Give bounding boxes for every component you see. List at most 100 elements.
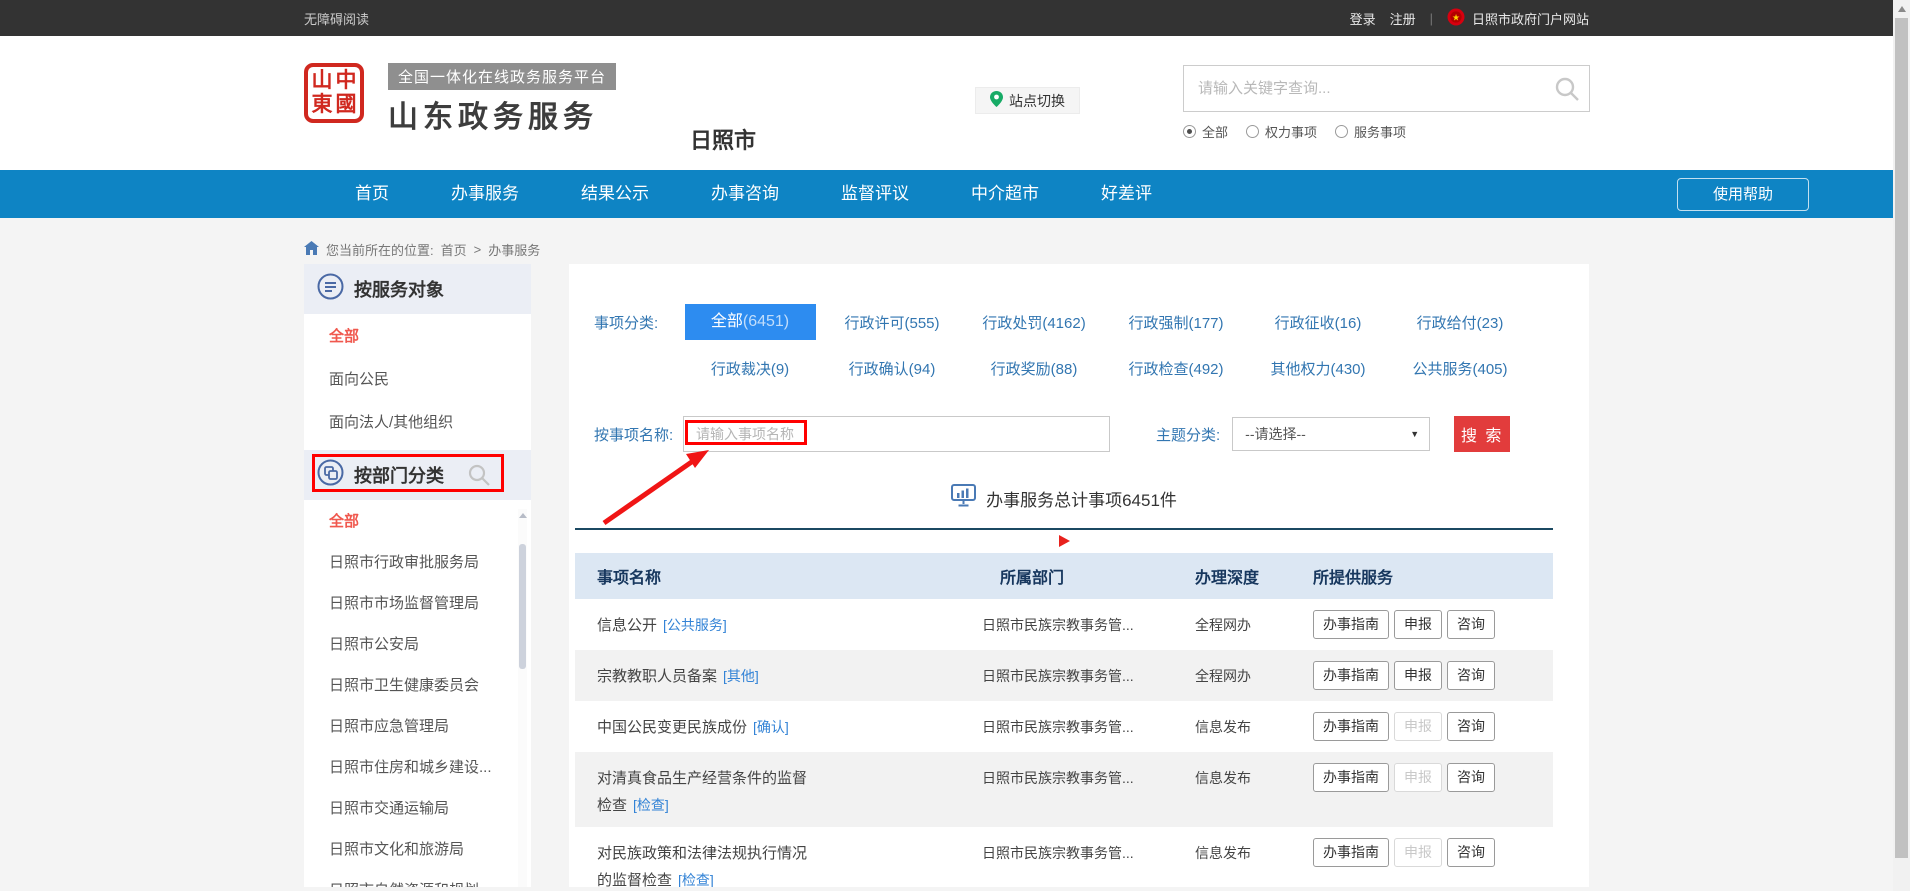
- guide-button[interactable]: 办事指南: [1313, 610, 1389, 639]
- item-name-link[interactable]: 中国公民变更民族成份: [597, 719, 747, 736]
- category-tab[interactable]: 行政裁决(9): [679, 358, 821, 379]
- guide-button[interactable]: 办事指南: [1313, 763, 1389, 792]
- sidebar-item-dept[interactable]: 日照市文化和旅游局: [304, 828, 531, 869]
- category-tab[interactable]: 行政征收(16): [1247, 312, 1389, 333]
- category-filter-row-2: 行政裁决(9) 行政确认(94) 行政奖励(88) 行政检查(492) 其他权力…: [575, 350, 1553, 386]
- nav-item-home[interactable]: 首页: [324, 170, 420, 218]
- item-name-link[interactable]: 宗教教职人员备案: [597, 668, 717, 685]
- search-button[interactable]: 搜 索: [1454, 416, 1510, 452]
- login-link[interactable]: 登录: [1350, 9, 1376, 28]
- topic-select[interactable]: --请选择-- ▼: [1232, 417, 1430, 451]
- site-logo[interactable]: 山中東國 全国一体化在线政务服务平台 山东政务服务: [304, 63, 616, 136]
- nav-item-supervision[interactable]: 监督评议: [810, 170, 940, 218]
- item-depth: 全程网办: [1195, 650, 1291, 686]
- breadcrumb-home-link[interactable]: 首页: [441, 240, 467, 259]
- search-icon[interactable]: [1554, 76, 1580, 107]
- scroll-up-icon[interactable]: [519, 513, 527, 518]
- item-department: 日照市民族宗教事务管...: [982, 599, 1195, 635]
- search-scope-group: 全部 权力事项 服务事项: [1183, 122, 1590, 141]
- category-tab-all[interactable]: 全部(6451): [679, 304, 821, 340]
- sidebar-item-legal-person[interactable]: 面向法人/其他组织: [304, 400, 531, 443]
- category-tab[interactable]: 行政处罚(4162): [963, 312, 1105, 333]
- nav-item-rating[interactable]: 好差评: [1070, 170, 1183, 218]
- apply-button-disabled: 申报: [1394, 838, 1442, 867]
- item-name-link[interactable]: 对清真食品生产经营条件的监督 检查: [597, 770, 807, 814]
- page-scrollbar-thumb[interactable]: [1895, 18, 1908, 858]
- portal-site-link[interactable]: 日照市政府门户网站: [1472, 9, 1589, 28]
- total-items-summary: 办事服务总计事项6451件: [575, 484, 1553, 512]
- scope-service-radio[interactable]: 服务事项: [1335, 122, 1406, 141]
- nav-item-results[interactable]: 结果公示: [550, 170, 680, 218]
- section-divider: [575, 528, 1553, 530]
- category-tab[interactable]: 行政奖励(88): [963, 358, 1105, 379]
- breadcrumb-current[interactable]: 办事服务: [488, 240, 540, 259]
- item-tag-link[interactable]: [其他]: [723, 668, 759, 684]
- item-tag-link[interactable]: [检查]: [678, 872, 714, 887]
- consult-button[interactable]: 咨询: [1447, 838, 1495, 867]
- sidebar-item-dept-all[interactable]: 全部: [304, 500, 531, 541]
- item-tag-link[interactable]: [公共服务]: [663, 617, 727, 633]
- apply-button[interactable]: 申报: [1394, 610, 1442, 639]
- topic-category-label: 主题分类:: [1156, 424, 1220, 445]
- sidebar-scrollbar[interactable]: [518, 509, 527, 887]
- consult-button[interactable]: 咨询: [1447, 610, 1495, 639]
- department-search-icon[interactable]: [467, 463, 491, 492]
- category-tab[interactable]: 行政检查(492): [1105, 358, 1247, 379]
- sidebar-item-service-all[interactable]: 全部: [304, 314, 531, 357]
- annotation-marker: [1059, 535, 1070, 547]
- department-section-header[interactable]: 按部门分类: [304, 450, 531, 500]
- apply-button-disabled: 申报: [1394, 712, 1442, 741]
- sidebar-item-dept[interactable]: 日照市市场监督管理局: [304, 582, 531, 623]
- scroll-up-icon[interactable]: [1898, 6, 1906, 12]
- table-row: 信息公开[公共服务] 日照市民族宗教事务管... 全程网办 办事指南 申报 咨询: [575, 599, 1553, 650]
- main-navigation: 首页 办事服务 结果公示 办事咨询 监督评议 中介超市 好差评 使用帮助: [0, 170, 1893, 218]
- nav-item-services[interactable]: 办事服务: [420, 170, 550, 218]
- register-link[interactable]: 注册: [1390, 9, 1416, 28]
- keyword-search-input[interactable]: [1183, 65, 1590, 112]
- table-row: 宗教教职人员备案[其他] 日照市民族宗教事务管... 全程网办 办事指南 申报 …: [575, 650, 1553, 701]
- consult-button[interactable]: 咨询: [1447, 763, 1495, 792]
- scope-power-radio[interactable]: 权力事项: [1246, 122, 1317, 141]
- guide-button[interactable]: 办事指南: [1313, 712, 1389, 741]
- guide-button[interactable]: 办事指南: [1313, 661, 1389, 690]
- services-table: 事项名称 所属部门 办理深度 所提供服务 信息公开[公共服务] 日照市民族宗教事…: [575, 553, 1553, 887]
- category-tab[interactable]: 行政确认(94): [821, 358, 963, 379]
- category-tab[interactable]: 行政给付(23): [1389, 312, 1531, 333]
- site-switch-button[interactable]: 站点切换: [975, 87, 1080, 114]
- scope-all-radio[interactable]: 全部: [1183, 122, 1228, 141]
- radio-icon: [1246, 125, 1259, 138]
- service-target-section-header[interactable]: 按服务对象: [304, 264, 531, 314]
- item-department: 日照市民族宗教事务管...: [982, 827, 1195, 863]
- sidebar-item-dept[interactable]: 日照市行政审批服务局: [304, 541, 531, 582]
- item-tag-link[interactable]: [确认]: [753, 719, 789, 735]
- table-row: 对民族政策和法律法规执行情况 的监督检查[检查] 日照市民族宗教事务管... 信…: [575, 827, 1553, 887]
- nav-item-agency[interactable]: 中介超市: [940, 170, 1070, 218]
- sidebar-item-dept[interactable]: 日照市自然资源和规划...: [304, 869, 531, 887]
- category-tab[interactable]: 公共服务(405): [1389, 358, 1531, 379]
- nav-item-consult[interactable]: 办事咨询: [680, 170, 810, 218]
- item-name-input[interactable]: [683, 416, 1110, 452]
- sidebar-item-dept[interactable]: 日照市公安局: [304, 623, 531, 664]
- category-tab[interactable]: 行政强制(177): [1105, 312, 1247, 333]
- category-tab[interactable]: 其他权力(430): [1247, 358, 1389, 379]
- sidebar-item-dept[interactable]: 日照市应急管理局: [304, 705, 531, 746]
- top-utility-bar: 无障碍阅读 登录 注册 | ★ 日照市政府门户网站: [0, 0, 1893, 36]
- category-tab[interactable]: 行政许可(555): [821, 312, 963, 333]
- consult-button[interactable]: 咨询: [1447, 712, 1495, 741]
- current-city-label: 日照市: [690, 123, 756, 155]
- consult-button[interactable]: 咨询: [1447, 661, 1495, 690]
- radio-icon: [1335, 125, 1348, 138]
- item-depth: 信息发布: [1195, 827, 1291, 863]
- guide-button[interactable]: 办事指南: [1313, 838, 1389, 867]
- sidebar-item-dept[interactable]: 日照市交通运输局: [304, 787, 531, 828]
- page-scrollbar[interactable]: [1893, 0, 1910, 891]
- accessibility-link[interactable]: 无障碍阅读: [304, 9, 369, 28]
- item-name-link[interactable]: 信息公开: [597, 617, 657, 634]
- apply-button[interactable]: 申报: [1394, 661, 1442, 690]
- sidebar-item-dept[interactable]: 日照市卫生健康委员会: [304, 664, 531, 705]
- help-button[interactable]: 使用帮助: [1677, 178, 1809, 211]
- item-tag-link[interactable]: [检查]: [633, 797, 669, 813]
- sidebar-item-citizen[interactable]: 面向公民: [304, 357, 531, 400]
- sidebar-item-dept[interactable]: 日照市住房和城乡建设...: [304, 746, 531, 787]
- sidebar-scrollbar-thumb[interactable]: [519, 544, 526, 669]
